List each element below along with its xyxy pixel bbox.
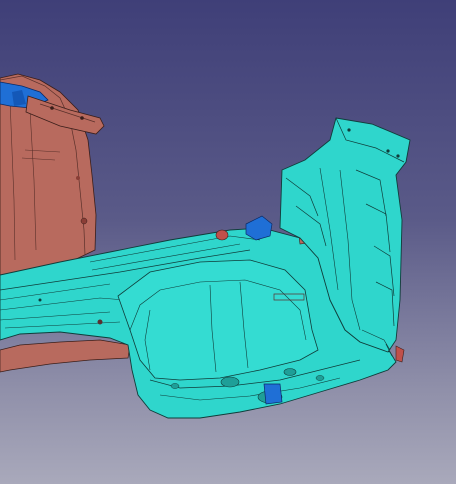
car-body-floor-assembly[interactable] bbox=[0, 0, 456, 484]
cad-3d-viewport[interactable] bbox=[0, 0, 456, 484]
